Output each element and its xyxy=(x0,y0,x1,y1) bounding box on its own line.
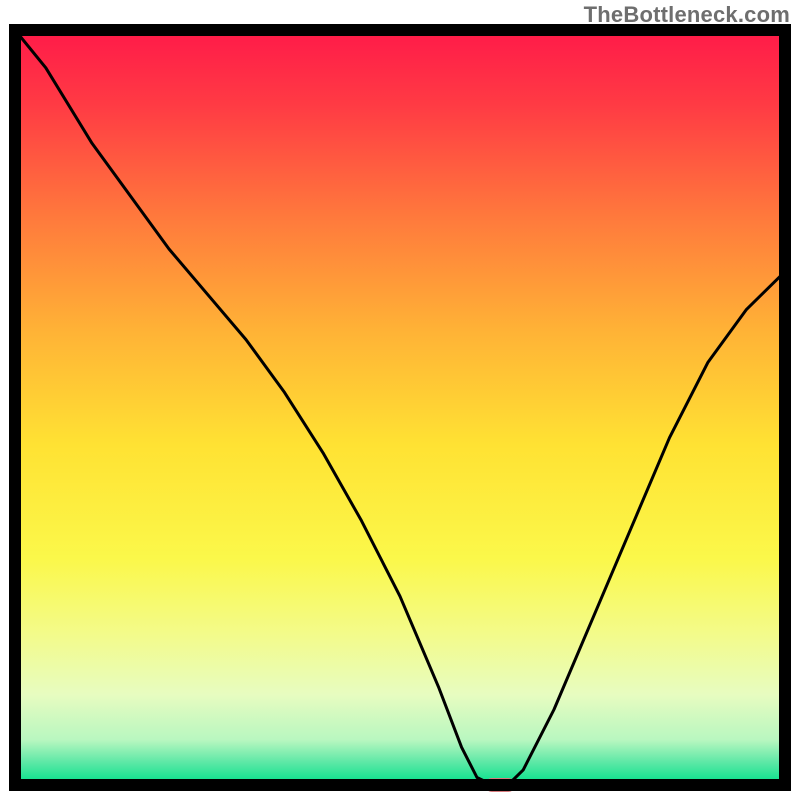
chart-container: TheBottleneck.com xyxy=(0,0,800,800)
watermark-text: TheBottleneck.com xyxy=(584,2,790,28)
bottleneck-chart xyxy=(0,0,800,800)
gradient-background xyxy=(15,30,785,785)
